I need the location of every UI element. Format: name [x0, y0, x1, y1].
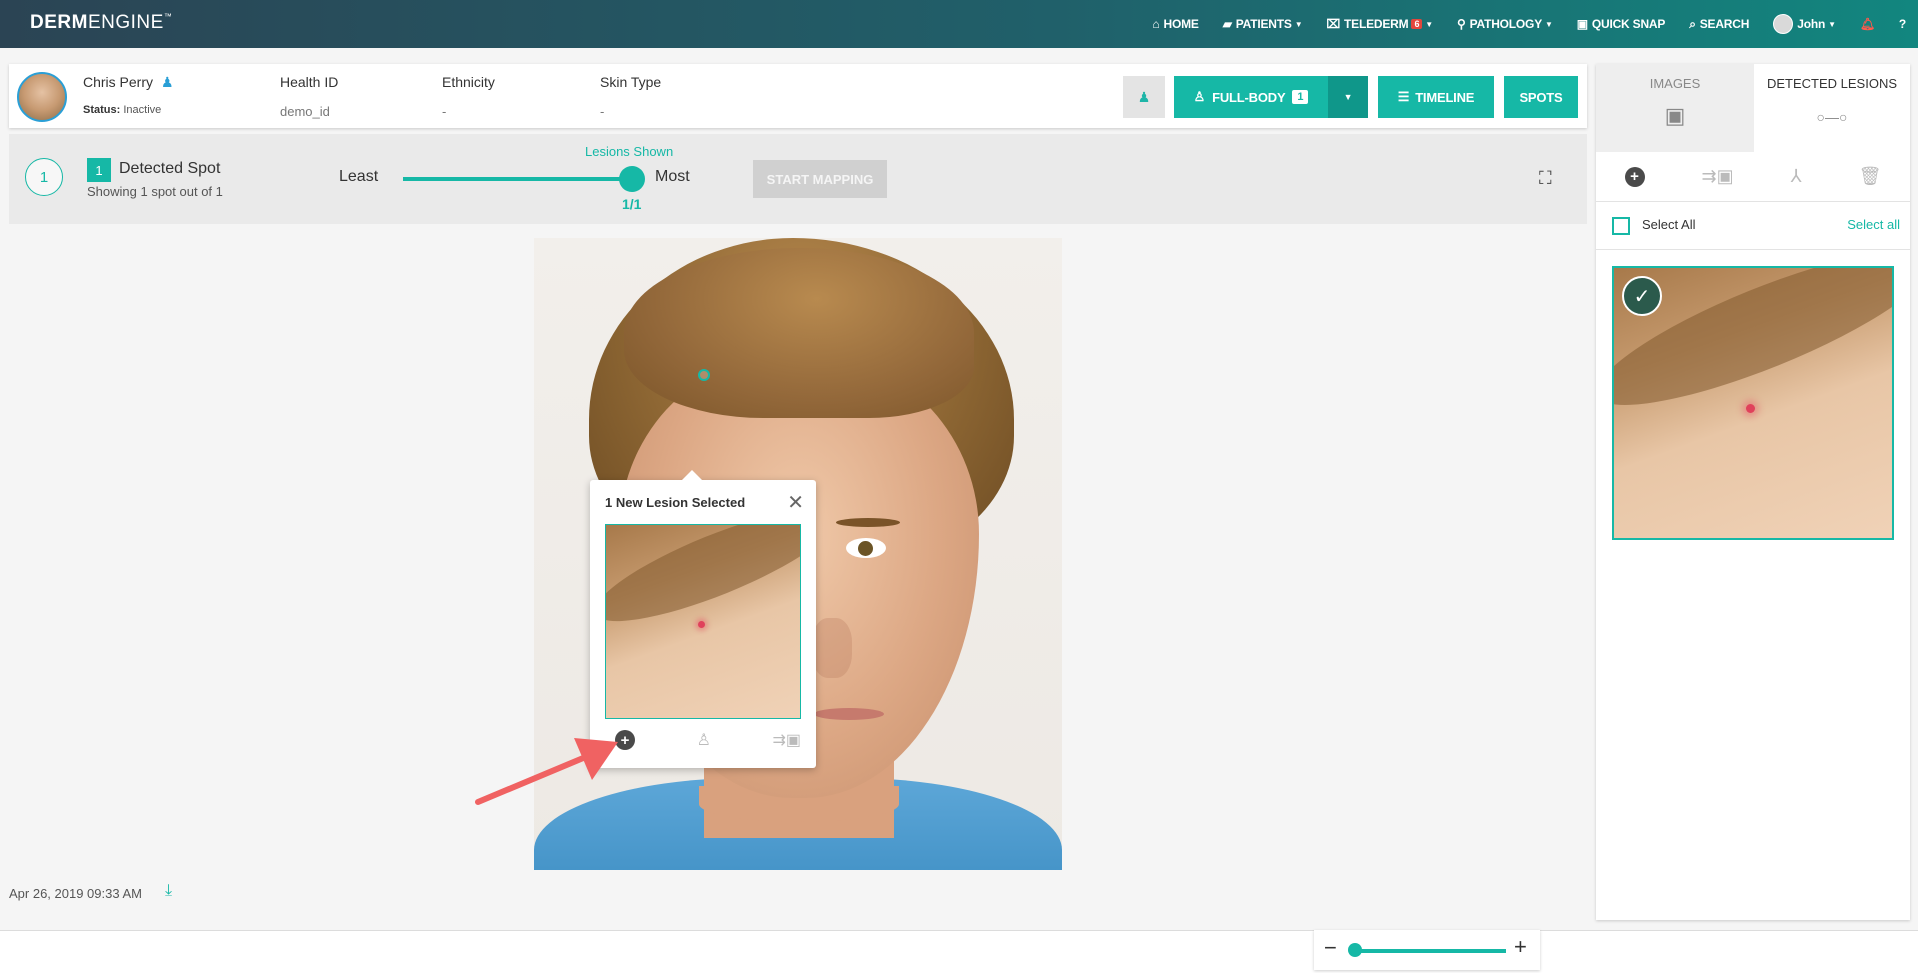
merge-icon[interactable]: ⅄ — [1791, 166, 1802, 187]
search-icon: ⌕ — [1689, 16, 1696, 31]
lesion-spot — [698, 621, 705, 628]
patient-status: Status: Inactive — [83, 104, 162, 116]
download-icon[interactable]: ⤓ — [165, 882, 172, 900]
lesions-slider-handle[interactable] — [619, 166, 645, 192]
zoom-slider-track[interactable] — [1354, 949, 1506, 953]
nav-user[interactable]: John ▼ — [1773, 14, 1836, 34]
patient-info-bar: Chris Perry ♟ Status: Inactive Health ID d… — [9, 64, 1587, 128]
main-nav: ⌂ HOME ▰ PATIENTS ▼ ⌧ TELEDERM 6 ▼ ⚲ PATHOLOGY ▼… — [1128, 0, 1906, 48]
side-panel: IMAGES ▣ DETECTED LESIONS ○—○ + ⇉▣ ⅄ 🗑︎ … — [1596, 64, 1910, 920]
nav-home[interactable]: ⌂ HOME — [1152, 17, 1198, 31]
photo-nose — [812, 618, 852, 678]
annotation-arrow-icon — [475, 738, 618, 805]
popup-title: 1 New Lesion Selected — [605, 495, 746, 510]
patients-icon: ▰ — [1222, 17, 1232, 31]
microscope-icon: ⚲ — [1456, 17, 1466, 31]
lesion-marker[interactable] — [698, 369, 710, 381]
full-body-button[interactable]: ♙ FULL-BODY 1 — [1174, 76, 1328, 118]
lesion-thumbnail[interactable] — [605, 524, 801, 719]
zoom-in-button[interactable]: + — [1514, 934, 1527, 960]
nav-telederm[interactable]: ⌧ TELEDERM 6 ▼ — [1326, 17, 1433, 31]
detected-spot-bar: 1 1 Detected Spot Showing 1 spot out of … — [9, 134, 1587, 224]
check-icon[interactable]: ✓ — [1622, 276, 1662, 316]
patient-profile-button[interactable]: ♟ — [1123, 76, 1165, 118]
telederm-badge: 6 — [1411, 19, 1423, 29]
help-button[interactable]: ? — [1899, 17, 1906, 31]
main-area: Chris Perry ♟ Status: Inactive Health ID d… — [0, 48, 1918, 970]
body-icon: ♙ — [1193, 89, 1206, 104]
chevron-down-icon: ▼ — [1294, 19, 1303, 29]
spots-button[interactable]: SPOTS — [1504, 76, 1578, 118]
nav-search[interactable]: ⌕ SEARCH — [1689, 17, 1749, 32]
lesion-spot — [1746, 404, 1755, 413]
fullscreen-icon[interactable]: ⛶ — [1539, 168, 1552, 189]
connection-icon: ○—○ — [1816, 109, 1848, 125]
app-logo[interactable]: DERMENGINE™ — [30, 12, 172, 34]
patient-avatar[interactable] — [17, 72, 67, 122]
top-nav-bar: DERMENGINE™ ⌂ HOME ▰ PATIENTS ▼ ⌧ TELEDERM 6 ▼… — [0, 0, 1918, 48]
notifications-button[interactable]: 🔔︎ — [1860, 17, 1875, 31]
chevron-down-icon: ▼ — [1343, 92, 1353, 102]
lesions-slider-track[interactable] — [403, 177, 633, 181]
start-mapping-button[interactable]: START MAPPING — [753, 160, 887, 198]
add-photo-icon[interactable]: ⇉▣ — [772, 730, 801, 750]
body-map-icon[interactable]: ♙ — [697, 730, 711, 750]
add-photo-icon[interactable]: ⇉▣ — [1702, 166, 1734, 187]
slider-least-label: Least — [339, 168, 379, 185]
slider-most-label: Most — [655, 168, 690, 185]
full-body-dropdown[interactable]: ▼ — [1328, 76, 1368, 118]
select-all-label: Select All — [1642, 217, 1696, 232]
nav-patients[interactable]: ▰ PATIENTS ▼ — [1223, 17, 1303, 31]
camera-icon: ▣ — [1576, 17, 1588, 31]
person-icon: ♟ — [1137, 88, 1151, 105]
add-lesion-icon[interactable]: + — [1624, 166, 1645, 187]
trash-icon[interactable]: 🗑︎ — [1859, 166, 1882, 187]
person-icon: ♟ — [161, 74, 174, 90]
tab-images[interactable]: IMAGES ▣ — [1596, 64, 1754, 152]
photo-eye — [846, 538, 886, 558]
chevron-down-icon: ▼ — [1828, 19, 1836, 29]
skin-type-field: Skin Type - — [600, 74, 662, 119]
timeline-icon: ☰ — [1397, 89, 1410, 104]
lesion-toolbar: + ⇉▣ ⅄ 🗑︎ — [1596, 152, 1910, 202]
zoom-slider-handle[interactable] — [1348, 943, 1362, 957]
health-id-field: Health ID demo_id — [280, 74, 339, 119]
select-all-row: Select All Select all — [1596, 202, 1910, 250]
lesions-fraction: 1/1 — [622, 196, 642, 212]
nav-quick-snap[interactable]: ▣ QUICK SNAP — [1576, 17, 1666, 31]
close-icon[interactable]: ✕ — [787, 490, 804, 515]
zoom-out-button[interactable]: − — [1324, 935, 1337, 961]
bell-icon: 🔔︎ — [1859, 17, 1875, 31]
chevron-down-icon: ▼ — [1545, 19, 1553, 29]
spot-count-badge: 1 — [87, 158, 111, 182]
lesion-card[interactable]: ✓ — [1612, 266, 1894, 540]
photo-date: Apr 26, 2019 09:33 AM — [9, 886, 142, 901]
help-icon: ? — [1898, 17, 1906, 31]
select-all-checkbox[interactable] — [1612, 217, 1630, 235]
photo-mouth — [814, 708, 884, 720]
patient-name: Chris Perry ♟ — [83, 74, 174, 90]
user-avatar — [1773, 14, 1794, 34]
photo-fringe — [624, 248, 974, 418]
nav-pathology[interactable]: ⚲ PATHOLOGY ▼ — [1457, 17, 1553, 31]
images-icon: ▣ — [1664, 103, 1686, 128]
lesions-shown-label: Lesions Shown — [585, 144, 674, 159]
detected-spot-subtitle: Showing 1 spot out of 1 — [87, 184, 223, 199]
telederm-icon: ⌧ — [1326, 17, 1341, 31]
spot-number-circle[interactable]: 1 — [25, 158, 63, 196]
full-body-count: 1 — [1292, 90, 1309, 104]
lesion-popup: 1 New Lesion Selected ✕ + ♙ ⇉▣ — [590, 470, 816, 768]
ethnicity-field: Ethnicity - — [442, 74, 495, 119]
detected-spot-title: Detected Spot — [119, 160, 221, 177]
home-icon: ⌂ — [1152, 17, 1160, 31]
timeline-button[interactable]: ☰ TIMELINE — [1378, 76, 1494, 118]
select-all-link[interactable]: Select all — [1847, 217, 1900, 232]
zoom-control: − + — [1314, 930, 1540, 970]
tab-detected-lesions[interactable]: DETECTED LESIONS ○—○ — [1754, 64, 1910, 152]
popup-actions: + ♙ ⇉▣ — [605, 730, 801, 750]
photo-eyebrow — [836, 518, 900, 527]
chevron-down-icon: ▼ — [1425, 19, 1433, 29]
